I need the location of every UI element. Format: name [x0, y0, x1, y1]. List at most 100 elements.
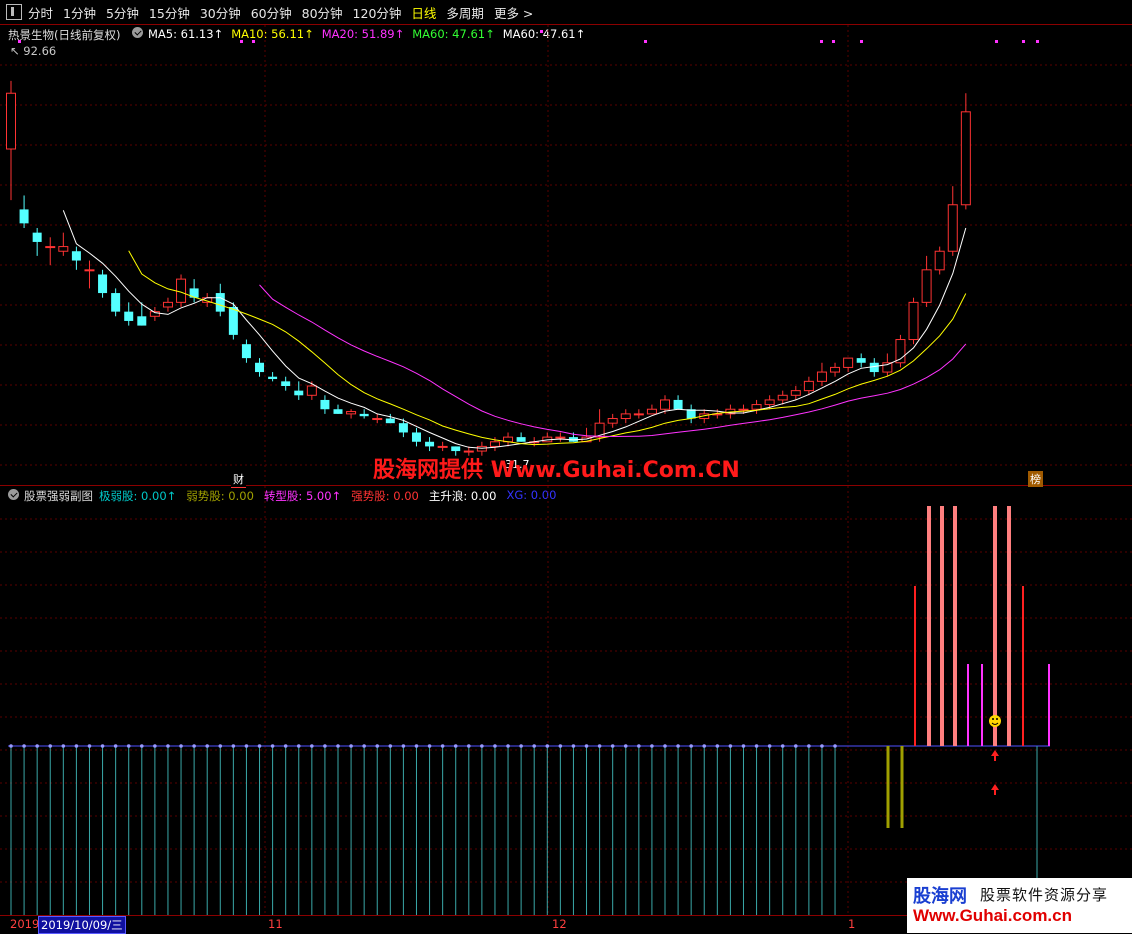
candle-body [228, 307, 238, 335]
period-tab[interactable]: 日线 [411, 3, 436, 22]
candle-body [843, 357, 854, 368]
candle-body [84, 269, 95, 272]
candle-body [372, 418, 383, 421]
period-tab[interactable]: 更多 > [494, 3, 533, 22]
baseline-dot [310, 744, 314, 748]
baseline-dot [833, 744, 837, 748]
indicator-chart [0, 486, 1132, 915]
candle-body [306, 385, 317, 396]
candle-body [398, 423, 408, 433]
baseline-dot [126, 744, 131, 748]
period-tab[interactable]: 15分钟 [149, 3, 190, 22]
strong-bar [914, 586, 916, 746]
signal-dot [252, 40, 255, 43]
candle-body [346, 411, 357, 415]
period-tab[interactable]: 多周期 [446, 3, 484, 22]
baseline-dot [244, 744, 249, 748]
financial-report-tag[interactable]: 财 [231, 471, 246, 488]
candle-body [790, 390, 801, 396]
baseline-dot [715, 744, 720, 748]
candle-body [98, 274, 108, 294]
baseline-dot [650, 744, 654, 748]
candle-body [45, 246, 56, 249]
year-label: 2019 [10, 917, 40, 931]
baseline-dot [453, 744, 458, 748]
candle-body [660, 399, 670, 410]
candle-body [947, 204, 958, 252]
baseline-dot [35, 744, 39, 748]
candle-body [425, 441, 435, 447]
baseline-dot [218, 744, 223, 748]
baseline-dot [100, 744, 105, 748]
period-tab[interactable]: 分时 [28, 3, 53, 22]
baseline-dot [427, 744, 432, 748]
candle-body [19, 209, 29, 224]
baseline-dot [794, 744, 798, 748]
baseline-dot [401, 744, 406, 748]
logo-brand: 股海网 [913, 886, 967, 907]
signal-dot [540, 30, 543, 33]
baseline-dot [558, 744, 563, 748]
smiley-icon [989, 715, 1001, 727]
candle-body [437, 445, 448, 448]
candle-body [960, 111, 971, 206]
period-tab[interactable]: 80分钟 [302, 3, 343, 22]
baseline-dot [113, 744, 118, 748]
baseline-dot [741, 744, 746, 748]
panel-toggle-icon[interactable] [6, 4, 22, 20]
signal-dot [820, 40, 823, 43]
strong-bar [953, 506, 957, 746]
baseline-dot [22, 744, 26, 748]
guhai-logo: 股海网 股票软件资源分享 Www.Guhai.com.cn [907, 878, 1132, 933]
strong-bar [927, 506, 931, 746]
candle-body [620, 413, 631, 420]
candle-body [607, 418, 618, 424]
baseline-dot [388, 744, 393, 748]
candle-body [359, 413, 369, 417]
signal-dot [644, 40, 647, 43]
candle-body [241, 344, 251, 359]
baseline-dot [676, 744, 680, 748]
period-tab[interactable]: 30分钟 [200, 3, 241, 22]
candle-body [921, 269, 932, 303]
period-tab[interactable]: 5分钟 [106, 3, 139, 22]
candle-body [751, 404, 762, 410]
signal-dot [240, 40, 243, 43]
baseline-dot [231, 744, 236, 748]
candle-body [764, 399, 775, 406]
period-tab[interactable]: 60分钟 [251, 3, 292, 22]
candle-body [555, 436, 566, 439]
baseline-dot [820, 744, 824, 748]
strong-bar [1007, 506, 1011, 746]
baseline-dot [296, 744, 301, 748]
candle-body [333, 409, 343, 414]
candle-body [32, 232, 42, 242]
baseline-dot [283, 744, 288, 748]
baseline-dot [270, 744, 275, 748]
baseline-dot [61, 744, 66, 748]
ranking-tag[interactable]: 榜 [1028, 471, 1043, 487]
period-tab[interactable]: 120分钟 [353, 3, 402, 22]
candle-body [6, 92, 16, 150]
transition-bar [981, 664, 983, 746]
baseline-dot [480, 744, 484, 748]
baseline-dot [807, 744, 811, 748]
ma10-line [128, 250, 967, 446]
up-arrow-icon [991, 750, 999, 761]
candle-body [111, 293, 121, 312]
candle-body [633, 413, 644, 416]
baseline-dot [702, 744, 707, 748]
baseline-dot [87, 744, 92, 748]
candle-body [934, 250, 945, 271]
candle-body [281, 381, 291, 386]
baseline-dot [349, 744, 353, 748]
baseline-dot [257, 744, 262, 748]
up-arrow-icon [991, 784, 999, 795]
period-tab[interactable]: 1分钟 [63, 3, 96, 22]
signal-dot [1022, 40, 1025, 43]
candle-body [803, 380, 814, 392]
watermark-text: 股海网提供 Www.Guhai.Com.CN [373, 458, 740, 483]
baseline-dot [532, 744, 536, 748]
strong-bar [993, 506, 997, 746]
candle-body [411, 432, 421, 442]
